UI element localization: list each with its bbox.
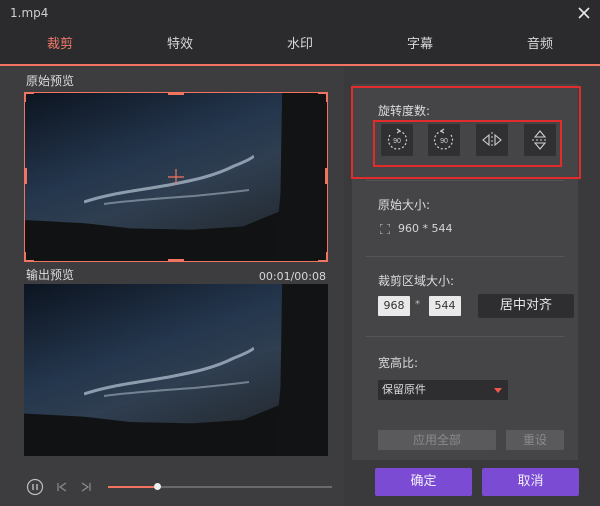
original-size-label: 原始大小: — [378, 198, 431, 212]
times-sign: * — [415, 299, 420, 310]
cancel-button[interactable]: 取消 — [482, 468, 579, 496]
output-preview — [24, 284, 328, 456]
aspect-ratio-select[interactable]: 保留原件 — [378, 380, 508, 400]
close-icon[interactable] — [574, 3, 594, 23]
divider — [366, 336, 564, 337]
crop-height-input[interactable]: 544 — [429, 296, 461, 316]
progress-thumb[interactable] — [154, 483, 161, 490]
crop-handle-bottom[interactable] — [168, 259, 184, 262]
resize-icon — [380, 224, 390, 234]
aspect-ratio-value: 保留原件 — [382, 383, 426, 396]
confirm-button[interactable]: 确定 — [375, 468, 472, 496]
next-frame-icon[interactable] — [80, 481, 92, 493]
original-size-value: 960 * 544 — [398, 222, 453, 235]
reset-button[interactable]: 重设 — [506, 430, 564, 450]
playback-time: 00:01/00:08 — [258, 270, 326, 283]
crop-handle-top-left-v[interactable] — [24, 92, 26, 102]
tab-bar: 裁剪 特效 水印 字幕 音频 — [0, 28, 600, 64]
pause-icon[interactable] — [26, 478, 44, 496]
crop-handle-bottom-left-v[interactable] — [24, 252, 26, 262]
center-align-button[interactable]: 居中对齐 — [478, 294, 574, 318]
tab-crop[interactable]: 裁剪 — [0, 28, 120, 64]
building-silhouette — [274, 284, 328, 456]
crop-handle-top-right-v[interactable] — [326, 92, 328, 102]
crop-width-input[interactable]: 968 — [378, 296, 410, 316]
crop-area-label: 裁剪区域大小: — [378, 274, 455, 288]
apply-all-button[interactable]: 应用全部 — [378, 430, 496, 450]
crosshair-icon — [168, 169, 184, 185]
window-title: 1.mp4 — [10, 6, 49, 20]
preview-panel: 原始预览 输出预览 00:01/00:08 — [0, 66, 344, 506]
previous-frame-icon[interactable] — [56, 481, 68, 493]
playback-controls — [24, 478, 334, 496]
crop-handle-bottom-right-v[interactable] — [326, 252, 328, 262]
divider — [366, 180, 564, 181]
progress-fill — [108, 486, 158, 488]
chevron-down-icon — [494, 388, 502, 393]
cloud-streak — [84, 346, 254, 397]
tab-subtitles[interactable]: 字幕 — [360, 28, 480, 64]
crop-handle-left[interactable] — [24, 168, 27, 184]
divider — [366, 256, 564, 257]
output-preview-label: 输出预览 — [26, 268, 75, 282]
title-bar: 1.mp4 — [0, 0, 600, 28]
aspect-ratio-label: 宽高比: — [378, 356, 419, 370]
original-preview[interactable] — [24, 92, 328, 262]
crop-handle-top[interactable] — [168, 92, 184, 95]
original-preview-label: 原始预览 — [26, 74, 75, 88]
rotation-highlight-inner — [373, 120, 562, 167]
tab-audio[interactable]: 音频 — [480, 28, 600, 64]
tab-watermark[interactable]: 水印 — [240, 28, 360, 64]
crop-handle-right[interactable] — [325, 168, 328, 184]
tab-effects[interactable]: 特效 — [120, 28, 240, 64]
